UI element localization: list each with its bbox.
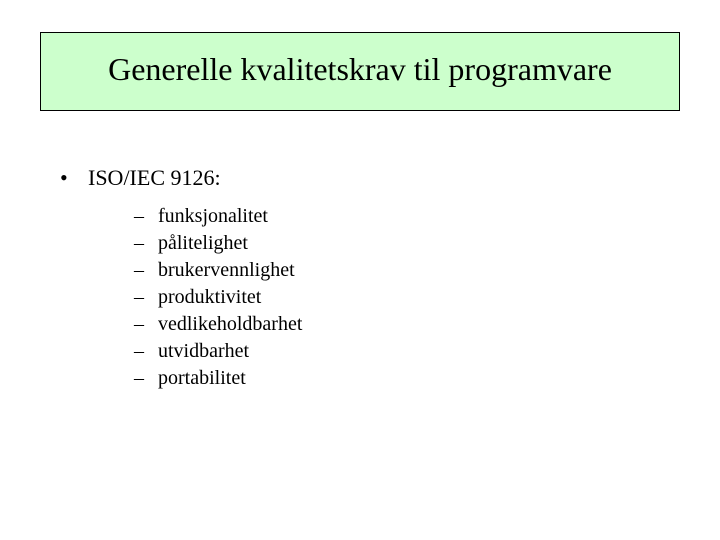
dash-icon: – [134,205,158,228]
content-area: • ISO/IEC 9126: – funksjonalitet – pålit… [60,165,660,394]
list-item-label: funksjonalitet [158,205,268,228]
sublist: – funksjonalitet – pålitelighet – bruker… [134,205,660,390]
list-item: – vedlikeholdbarhet [134,313,660,336]
list-item: – funksjonalitet [134,205,660,228]
dash-icon: – [134,259,158,282]
slide: Generelle kvalitetskrav til programvare … [0,0,720,540]
dash-icon: – [134,232,158,255]
list-item-label: vedlikeholdbarhet [158,313,302,336]
list-item-label: brukervennlighet [158,259,295,282]
list-item: – pålitelighet [134,232,660,255]
bullet-marker: • [60,165,88,191]
list-item-label: pålitelighet [158,232,248,255]
list-item: – utvidbarhet [134,340,660,363]
bullet-level1: • ISO/IEC 9126: [60,165,660,191]
list-item: – produktivitet [134,286,660,309]
bullet-text: ISO/IEC 9126: [88,165,221,191]
list-item: – portabilitet [134,367,660,390]
title-box: Generelle kvalitetskrav til programvare [40,32,680,111]
list-item-label: portabilitet [158,367,246,390]
dash-icon: – [134,367,158,390]
dash-icon: – [134,340,158,363]
list-item: – brukervennlighet [134,259,660,282]
dash-icon: – [134,286,158,309]
dash-icon: – [134,313,158,336]
list-item-label: utvidbarhet [158,340,249,363]
slide-title: Generelle kvalitetskrav til programvare [108,51,612,87]
list-item-label: produktivitet [158,286,261,309]
